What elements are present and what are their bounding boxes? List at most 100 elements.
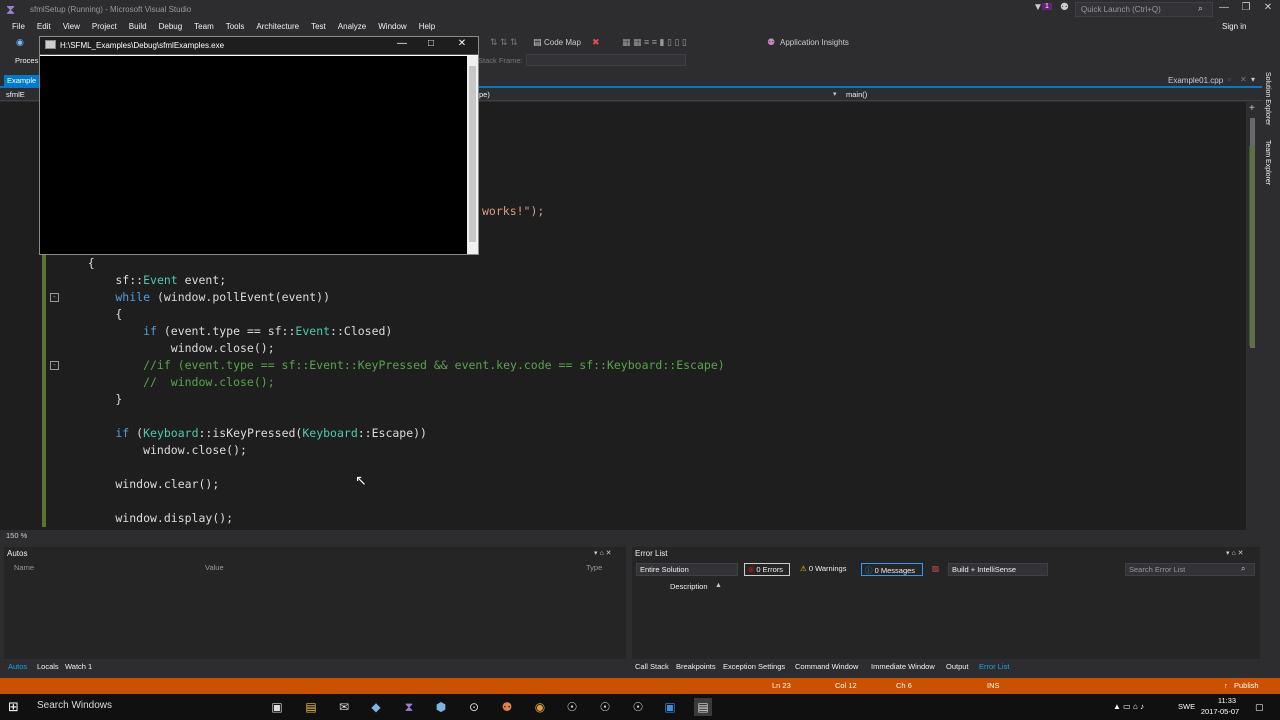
- step-icons[interactable]: ⇅ ⇅ ⇅: [490, 37, 518, 48]
- chrome-icon[interactable]: ◉: [531, 698, 549, 716]
- console-scrollbar-thumb[interactable]: [469, 66, 476, 242]
- mail-icon[interactable]: ✉: [335, 698, 353, 716]
- menu-debug[interactable]: Debug: [153, 20, 189, 35]
- split-icon[interactable]: +: [1249, 103, 1255, 114]
- tab-active-document[interactable]: Example: [4, 75, 42, 86]
- console-minimize-button[interactable]: —: [392, 38, 412, 49]
- horizontal-scroll-bar[interactable]: [0, 530, 1262, 542]
- app-icon[interactable]: ☉: [629, 698, 647, 716]
- menu-tools[interactable]: Tools: [220, 20, 251, 35]
- menu-project[interactable]: Project: [86, 20, 123, 35]
- menu-view[interactable]: View: [57, 20, 86, 35]
- menu-analyze[interactable]: Analyze: [332, 20, 372, 35]
- code-map-button[interactable]: Code Map: [544, 38, 581, 47]
- solution-explorer-tab[interactable]: Solution Explorer: [1264, 72, 1271, 125]
- console-taskbar-icon[interactable]: ▤: [694, 698, 712, 716]
- warnings-filter-button[interactable]: ⚠ 0 Warnings: [797, 563, 855, 576]
- search-icon[interactable]: ⌕: [1241, 564, 1245, 574]
- console-close-button[interactable]: ✕: [452, 38, 472, 49]
- error-scope-dropdown[interactable]: Entire Solution: [636, 563, 738, 576]
- menu-window[interactable]: Window: [372, 20, 412, 35]
- tab-exception-settings[interactable]: Exception Settings: [723, 662, 785, 671]
- close-button[interactable]: ✕: [1258, 2, 1278, 16]
- app-icon[interactable]: ◆: [367, 698, 385, 716]
- build-filter-dropdown[interactable]: Build + IntelliSense: [948, 563, 1048, 576]
- column-header-name[interactable]: Name: [14, 563, 34, 572]
- console-app-icon: [45, 40, 56, 49]
- taskbar-search[interactable]: Search Windows: [37, 700, 112, 711]
- notification-badge[interactable]: 1: [1042, 3, 1052, 10]
- error-search-input[interactable]: Search Error List: [1125, 563, 1255, 576]
- quick-launch-input[interactable]: Quick Launch (Ctrl+Q): [1075, 2, 1213, 17]
- tab-error-list[interactable]: Error List: [979, 662, 1009, 671]
- tab-output[interactable]: Output: [946, 662, 969, 671]
- clock-date[interactable]: 2017-05-07: [1200, 707, 1240, 716]
- stack-frame-dropdown[interactable]: [526, 54, 686, 66]
- app-icon[interactable]: ⬢: [432, 698, 450, 716]
- app-icon[interactable]: ⊙: [465, 698, 483, 716]
- tab-immediate-window[interactable]: Immediate Window: [871, 662, 935, 671]
- file-explorer-icon[interactable]: ▤: [302, 698, 320, 716]
- menu-team[interactable]: Team: [188, 20, 220, 35]
- app-icon[interactable]: ☉: [563, 698, 581, 716]
- app-icon[interactable]: ☉: [596, 698, 614, 716]
- input-language[interactable]: SWE: [1178, 702, 1195, 711]
- start-button-icon[interactable]: ⊞: [8, 699, 19, 715]
- member-dropdown[interactable]: main(): [846, 90, 867, 99]
- sign-in-link[interactable]: Sign in: [1222, 22, 1246, 31]
- error-panel-options-icons[interactable]: ▾ ⌂ ✕: [1226, 549, 1244, 557]
- stack-frame-label: Stack Frame:: [478, 56, 523, 65]
- pin-icon[interactable]: ▫: [1228, 75, 1231, 84]
- column-header-description[interactable]: Description: [670, 582, 708, 591]
- menu-edit[interactable]: Edit: [31, 20, 57, 35]
- tab-example01-cpp[interactable]: Example01.cpp: [1168, 76, 1223, 85]
- menu-build[interactable]: Build: [123, 20, 153, 35]
- tab-command-window[interactable]: Command Window: [795, 662, 858, 671]
- tab-list-dropdown-icon[interactable]: ▾: [1251, 75, 1255, 84]
- column-header-type[interactable]: Type: [586, 563, 602, 572]
- messages-filter-button[interactable]: ⓘ 0 Messages: [861, 563, 923, 576]
- app-icon[interactable]: ▣: [661, 698, 679, 716]
- team-explorer-tab[interactable]: Team Explorer: [1264, 140, 1271, 185]
- tab-locals[interactable]: Locals: [37, 662, 59, 671]
- minimize-button[interactable]: —: [1214, 2, 1234, 16]
- visual-studio-taskbar-icon[interactable]: ⧗: [400, 698, 418, 716]
- search-icon[interactable]: ⌕: [1198, 3, 1203, 14]
- tab-breakpoints[interactable]: Breakpoints: [676, 662, 716, 671]
- clear-breakpoints-icon[interactable]: ✖: [592, 37, 600, 48]
- tab-call-stack[interactable]: Call Stack: [635, 662, 669, 671]
- feedback-icon[interactable]: ⚉: [1060, 2, 1069, 13]
- menu-architecture[interactable]: Architecture: [250, 20, 305, 35]
- task-view-icon[interactable]: ▣: [268, 698, 286, 716]
- zoom-level[interactable]: 150 %: [6, 531, 27, 540]
- errors-count: 0 Errors: [756, 565, 784, 574]
- app-icon[interactable]: ⚉: [498, 698, 516, 716]
- back-icon[interactable]: ◉: [16, 37, 24, 48]
- system-tray-icons[interactable]: ▲ ▭ ⌂ ♪: [1113, 702, 1144, 711]
- close-tab-icon[interactable]: ✕: [1240, 75, 1247, 84]
- filter-icon[interactable]: ▨: [929, 563, 942, 576]
- project-dropdown[interactable]: sfmlE: [6, 90, 40, 99]
- menu-file[interactable]: File: [6, 20, 31, 35]
- restore-button[interactable]: ❐: [1236, 2, 1256, 16]
- application-insights-button[interactable]: Application Insights: [780, 38, 849, 47]
- tab-watch-1[interactable]: Watch 1: [65, 662, 92, 671]
- tab-autos[interactable]: Autos: [8, 662, 27, 671]
- autos-panel-title: Autos: [7, 549, 28, 558]
- layout-icons[interactable]: ▦ ▦ ≡ ≡ ▮ ▯ ▯ ▯: [622, 37, 687, 48]
- panel-options-icons[interactable]: ▾ ⌂ ✕: [594, 549, 612, 557]
- publish-button[interactable]: Publish: [1234, 681, 1259, 690]
- autos-panel[interactable]: [4, 547, 626, 659]
- chevron-down-icon[interactable]: ▾: [833, 90, 837, 98]
- console-output[interactable]: [40, 56, 467, 254]
- column-header-value[interactable]: Value: [205, 563, 224, 572]
- errors-filter-button[interactable]: ⊗ 0 Errors: [744, 563, 790, 576]
- console-maximize-button[interactable]: □: [421, 38, 441, 49]
- scope-dropdown[interactable]: pe): [479, 90, 490, 99]
- collapse-icon[interactable]: -: [50, 293, 59, 302]
- notifications-icon[interactable]: ▢: [1255, 702, 1264, 713]
- collapse-icon[interactable]: -: [50, 361, 59, 370]
- menu-test[interactable]: Test: [305, 20, 332, 35]
- clock-time[interactable]: 11:33: [1207, 696, 1247, 705]
- menu-help[interactable]: Help: [413, 20, 441, 35]
